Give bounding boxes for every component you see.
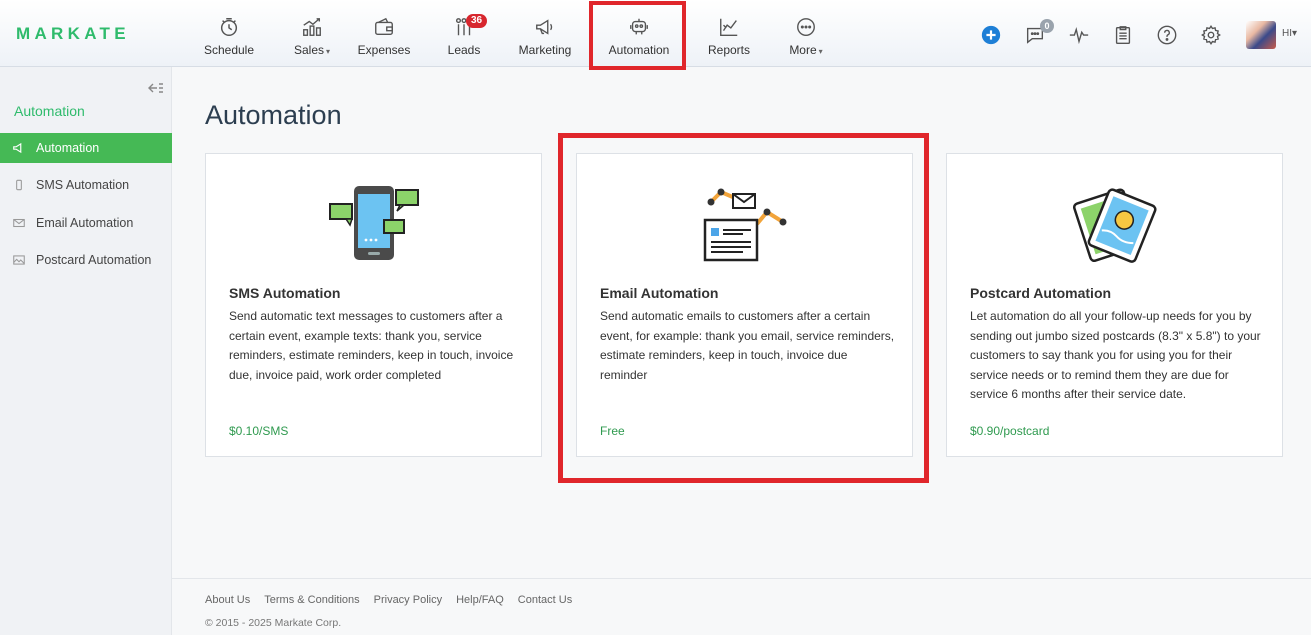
- nav-more[interactable]: More ▾: [786, 0, 826, 67]
- user-initials: HI: [1282, 28, 1292, 39]
- nav-more-label: More: [789, 43, 817, 57]
- nav-expenses[interactable]: Expenses: [357, 0, 411, 67]
- robot-icon: [630, 18, 648, 35]
- nav-automation-label: Automation: [608, 43, 670, 57]
- dots-icon: [797, 18, 815, 36]
- megaphone-icon: [13, 142, 22, 154]
- nav-schedule[interactable]: Schedule: [203, 0, 255, 67]
- footer-link-help[interactable]: Help/FAQ: [456, 594, 504, 606]
- nav-reports[interactable]: Reports: [707, 0, 751, 67]
- email-robot-arm-icon: [703, 188, 786, 262]
- nav-expenses-label: Expenses: [357, 43, 411, 57]
- wallet-icon: [375, 17, 393, 36]
- card-price: Free: [600, 424, 625, 438]
- gear-icon[interactable]: [1200, 24, 1222, 46]
- sidebar-item-label: Postcard Automation: [36, 253, 152, 267]
- footer: About Us Terms & Conditions Privacy Poli…: [172, 578, 1311, 635]
- nav-leads[interactable]: 36 Leads: [446, 0, 488, 67]
- phone-icon: [16, 179, 22, 191]
- sidebar-item-label: Email Automation: [36, 216, 134, 230]
- add-icon[interactable]: [980, 24, 1002, 46]
- smartphone-chat-icon: [328, 186, 419, 260]
- postcards-icon: [1072, 188, 1157, 263]
- image-icon: [13, 255, 25, 265]
- nav-leads-label: Leads: [447, 43, 481, 57]
- card-title: SMS Automation: [229, 285, 341, 301]
- nav-sales-label: Sales: [293, 43, 324, 57]
- clipboard-icon[interactable]: [1112, 24, 1134, 46]
- sidebar-item-label: Automation: [36, 141, 100, 155]
- page-title: Automation: [205, 100, 342, 130]
- footer-link-contact[interactable]: Contact Us: [518, 594, 572, 606]
- footer-link-privacy[interactable]: Privacy Policy: [374, 594, 442, 606]
- user-menu[interactable]: HI▾: [1282, 28, 1297, 39]
- nav-sales[interactable]: Sales ▾: [290, 0, 334, 67]
- chevron-down-icon: ▾: [818, 47, 823, 56]
- footer-links: About Us Terms & Conditions Privacy Poli…: [205, 594, 572, 606]
- copyright: © 2015 - 2025 Markate Corp.: [205, 617, 342, 629]
- sidebar: Automation Automation SMS Automation Ema…: [0, 67, 172, 635]
- avatar[interactable]: [1246, 21, 1276, 49]
- postcard-automation-card[interactable]: Postcard Automation Let automation do al…: [946, 153, 1283, 457]
- messages-count-badge: 0: [1040, 19, 1054, 33]
- chevron-down-icon: ▾: [1292, 28, 1298, 39]
- sidebar-title: Automation: [14, 103, 85, 119]
- sidebar-item-email-automation[interactable]: Email Automation: [0, 208, 172, 238]
- nav-schedule-label: Schedule: [203, 43, 255, 57]
- help-icon[interactable]: [1156, 24, 1178, 46]
- envelope-icon: [13, 218, 25, 228]
- card-description: Send automatic text messages to customer…: [229, 309, 514, 382]
- card-title: Email Automation: [600, 285, 719, 301]
- email-automation-card[interactable]: Email Automation Send automatic emails t…: [576, 153, 913, 457]
- clock-icon: [220, 18, 238, 36]
- line-chart-icon: [720, 18, 738, 36]
- card-price: $0.10/SMS: [229, 424, 289, 438]
- sidebar-item-label: SMS Automation: [36, 178, 130, 192]
- footer-link-terms[interactable]: Terms & Conditions: [264, 594, 359, 606]
- card-title: Postcard Automation: [970, 285, 1112, 301]
- footer-link-about[interactable]: About Us: [205, 594, 250, 606]
- nav-marketing[interactable]: Marketing: [518, 0, 572, 67]
- collapse-sidebar-icon[interactable]: [148, 81, 164, 95]
- sidebar-item-sms-automation[interactable]: SMS Automation: [0, 170, 172, 200]
- nav-reports-label: Reports: [707, 43, 751, 57]
- leads-count-badge: 36: [466, 14, 488, 28]
- sidebar-item-postcard-automation[interactable]: Postcard Automation: [0, 245, 172, 275]
- card-price: $0.90/postcard: [970, 424, 1050, 438]
- sidebar-item-automation[interactable]: Automation: [0, 133, 172, 163]
- activity-icon[interactable]: [1068, 24, 1090, 46]
- nav-marketing-label: Marketing: [518, 43, 572, 57]
- megaphone-icon: [536, 19, 553, 35]
- chart-up-icon: [303, 18, 321, 36]
- top-navigation-bar: MARKATE Schedule Sales ▾ Expenses 36 Lead…: [0, 0, 1311, 70]
- sms-automation-card[interactable]: SMS Automation Send automatic text messa…: [205, 153, 542, 457]
- card-description: Send automatic emails to customers after…: [600, 309, 895, 382]
- chevron-down-icon: ▾: [326, 47, 331, 56]
- card-description: Let automation do all your follow-up nee…: [970, 309, 1261, 401]
- brand-logo[interactable]: MARKATE: [16, 24, 130, 44]
- nav-automation[interactable]: Automation: [608, 0, 670, 67]
